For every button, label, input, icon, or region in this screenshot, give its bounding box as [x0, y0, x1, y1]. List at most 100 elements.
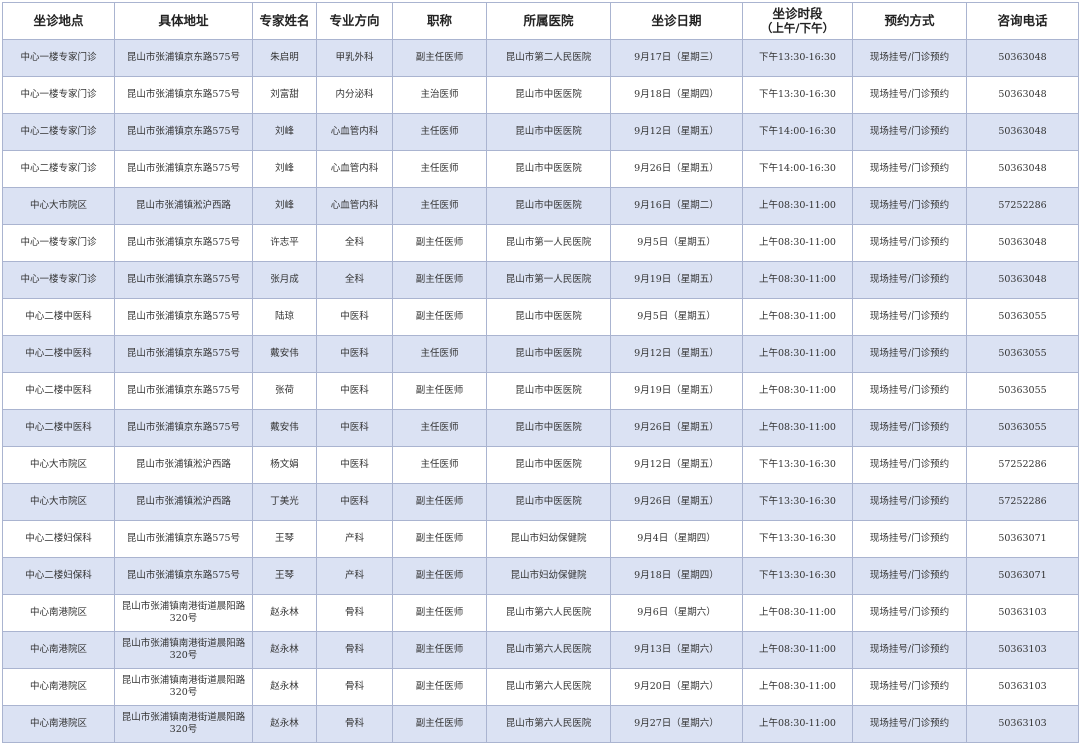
booking-cell: 现场挂号/门诊预约	[852, 150, 967, 188]
time-slot-cell: 上午08:30-11:00	[742, 668, 853, 706]
hospital-cell: 昆山市中医医院	[486, 409, 611, 447]
schedule-table: 坐诊地点 具体地址 专家姓名 专业方向 职称 所属医院 坐诊日期 坐诊时段 （上午…	[2, 2, 1079, 743]
address-cell: 昆山市张浦镇京东路575号	[114, 261, 253, 299]
location-cell: 中心大市院区	[2, 483, 115, 521]
specialty-cell: 全科	[316, 261, 393, 299]
hospital-cell: 昆山市中医医院	[486, 335, 611, 373]
table-row: 中心一楼专家门诊 昆山市张浦镇京东路575号 朱启明 甲乳外科 副主任医师 昆山市第二人民…	[2, 39, 1079, 77]
table-row: 中心南港院区 昆山市张浦镇南港街道晨阳路320号 赵永林 骨科 副主任医师 昆山市第六人民…	[2, 705, 1079, 743]
phone-cell: 50363103	[966, 705, 1079, 743]
time-slot-cell: 上午08:30-11:00	[742, 187, 853, 225]
hospital-cell: 昆山市中医医院	[486, 483, 611, 521]
address-cell: 昆山市张浦镇京东路575号	[114, 298, 253, 336]
specialty-cell: 全科	[316, 224, 393, 262]
specialty-cell: 中医科	[316, 409, 393, 447]
booking-cell: 现场挂号/门诊预约	[852, 187, 967, 225]
hospital-cell: 昆山市第六人民医院	[486, 631, 611, 669]
phone-cell: 50363055	[966, 372, 1079, 410]
hospital-cell: 昆山市第六人民医院	[486, 705, 611, 743]
date-cell: 9月12日（星期五）	[610, 335, 743, 373]
col-header-specialty: 专业方向	[316, 2, 393, 40]
hospital-cell: 昆山市中医医院	[486, 446, 611, 484]
date-cell: 9月27日（星期六）	[610, 705, 743, 743]
specialty-cell: 中医科	[316, 446, 393, 484]
col-header-time-slot: 坐诊时段 （上午/下午）	[742, 2, 853, 40]
expert-name-cell: 王琴	[252, 557, 317, 595]
expert-name-cell: 刘峰	[252, 113, 317, 151]
expert-name-cell: 赵永林	[252, 668, 317, 706]
location-cell: 中心南港院区	[2, 668, 115, 706]
table-row: 中心一楼专家门诊 昆山市张浦镇京东路575号 刘富甜 内分泌科 主治医师 昆山市中医医院 9…	[2, 76, 1079, 114]
hospital-cell: 昆山市第二人民医院	[486, 39, 611, 77]
address-cell: 昆山市张浦镇淞沪西路	[114, 483, 253, 521]
address-cell: 昆山市张浦镇京东路575号	[114, 409, 253, 447]
time-slot-cell: 下午13:30-16:30	[742, 76, 853, 114]
table-row: 中心二楼妇保科 昆山市张浦镇京东路575号 王琴 产科 副主任医师 昆山市妇幼保健院 9月1…	[2, 557, 1079, 595]
specialty-cell: 产科	[316, 520, 393, 558]
time-slot-cell: 上午08:30-11:00	[742, 631, 853, 669]
time-slot-cell: 下午13:30-16:30	[742, 520, 853, 558]
title-cell: 副主任医师	[392, 594, 487, 632]
booking-cell: 现场挂号/门诊预约	[852, 520, 967, 558]
title-cell: 副主任医师	[392, 261, 487, 299]
location-cell: 中心二楼妇保科	[2, 520, 115, 558]
table-row: 中心二楼妇保科 昆山市张浦镇京东路575号 王琴 产科 副主任医师 昆山市妇幼保健院 9月4…	[2, 520, 1079, 558]
date-cell: 9月4日（星期四）	[610, 520, 743, 558]
phone-cell: 50363055	[966, 335, 1079, 373]
title-cell: 副主任医师	[392, 557, 487, 595]
expert-name-cell: 张月成	[252, 261, 317, 299]
time-slot-cell: 上午08:30-11:00	[742, 409, 853, 447]
title-cell: 主任医师	[392, 335, 487, 373]
time-slot-cell: 上午08:30-11:00	[742, 372, 853, 410]
table-row: 中心一楼专家门诊 昆山市张浦镇京东路575号 张月成 全科 副主任医师 昆山市第一人民医院…	[2, 261, 1079, 299]
time-slot-cell: 下午13:30-16:30	[742, 483, 853, 521]
col-header-hospital: 所属医院	[486, 2, 611, 40]
phone-cell: 50363071	[966, 557, 1079, 595]
time-slot-cell: 下午13:30-16:30	[742, 39, 853, 77]
specialty-cell: 中医科	[316, 372, 393, 410]
table-row: 中心二楼中医科 昆山市张浦镇京东路575号 张荷 中医科 副主任医师 昆山市中医医院 9月1…	[2, 372, 1079, 410]
col-header-booking: 预约方式	[852, 2, 967, 40]
location-cell: 中心一楼专家门诊	[2, 76, 115, 114]
booking-cell: 现场挂号/门诊预约	[852, 557, 967, 595]
address-cell: 昆山市张浦镇南港街道晨阳路320号	[114, 594, 253, 632]
booking-cell: 现场挂号/门诊预约	[852, 372, 967, 410]
title-cell: 副主任医师	[392, 483, 487, 521]
address-cell: 昆山市张浦镇南港街道晨阳路320号	[114, 705, 253, 743]
col-header-location: 坐诊地点	[2, 2, 115, 40]
time-slot-cell: 下午13:30-16:30	[742, 557, 853, 595]
phone-cell: 50363048	[966, 224, 1079, 262]
date-cell: 9月5日（星期五）	[610, 224, 743, 262]
hospital-cell: 昆山市中医医院	[486, 372, 611, 410]
booking-cell: 现场挂号/门诊预约	[852, 39, 967, 77]
booking-cell: 现场挂号/门诊预约	[852, 113, 967, 151]
title-cell: 副主任医师	[392, 668, 487, 706]
col-header-title: 职称	[392, 2, 487, 40]
specialty-cell: 内分泌科	[316, 76, 393, 114]
time-slot-cell: 上午08:30-11:00	[742, 298, 853, 336]
col-header-phone: 咨询电话	[966, 2, 1079, 40]
expert-name-cell: 刘富甜	[252, 76, 317, 114]
table-row: 中心大市院区 昆山市张浦镇淞沪西路 杨文娟 中医科 主任医师 昆山市中医医院 9月12日（星…	[2, 446, 1079, 484]
expert-name-cell: 王琴	[252, 520, 317, 558]
col-header-date: 坐诊日期	[610, 2, 743, 40]
specialty-cell: 骨科	[316, 705, 393, 743]
address-cell: 昆山市张浦镇京东路575号	[114, 520, 253, 558]
expert-name-cell: 刘峰	[252, 187, 317, 225]
col-header-expert-name: 专家姓名	[252, 2, 317, 40]
table-row: 中心南港院区 昆山市张浦镇南港街道晨阳路320号 赵永林 骨科 副主任医师 昆山市第六人民…	[2, 631, 1079, 669]
date-cell: 9月18日（星期四）	[610, 557, 743, 595]
table-row: 中心二楼中医科 昆山市张浦镇京东路575号 陆琼 中医科 副主任医师 昆山市中医医院 9月5…	[2, 298, 1079, 336]
specialty-cell: 骨科	[316, 631, 393, 669]
table-row: 中心二楼中医科 昆山市张浦镇京东路575号 戴安伟 中医科 主任医师 昆山市中医医院 9月2…	[2, 409, 1079, 447]
phone-cell: 50363103	[966, 668, 1079, 706]
time-slot-cell: 下午14:00-16:30	[742, 113, 853, 151]
date-cell: 9月13日（星期六）	[610, 631, 743, 669]
specialty-cell: 心血管内科	[316, 113, 393, 151]
table-row: 中心二楼专家门诊 昆山市张浦镇京东路575号 刘峰 心血管内科 主任医师 昆山市中医医院 9…	[2, 150, 1079, 188]
location-cell: 中心大市院区	[2, 446, 115, 484]
booking-cell: 现场挂号/门诊预约	[852, 335, 967, 373]
table-row: 中心南港院区 昆山市张浦镇南港街道晨阳路320号 赵永林 骨科 副主任医师 昆山市第六人民…	[2, 668, 1079, 706]
hospital-cell: 昆山市中医医院	[486, 113, 611, 151]
date-cell: 9月20日（星期六）	[610, 668, 743, 706]
